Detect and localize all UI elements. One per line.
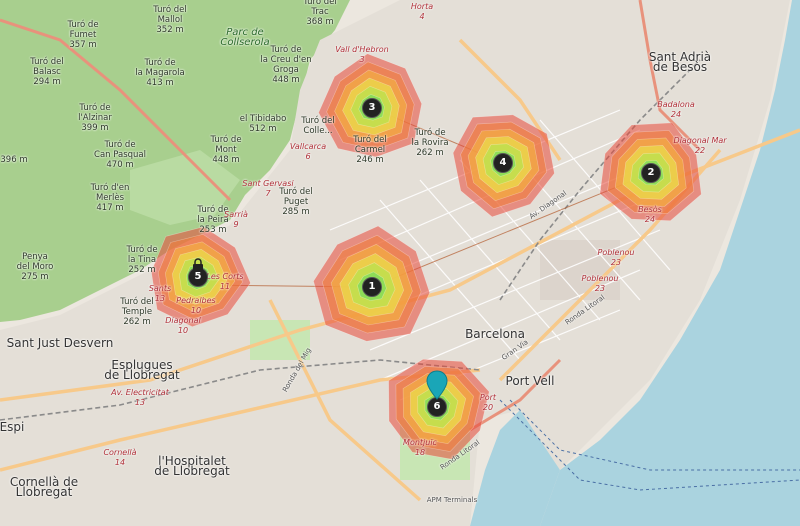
cluster-marker-4[interactable]: 4 bbox=[493, 153, 513, 173]
district-label: Cornellà 14 bbox=[103, 448, 137, 467]
place-label: Sant Adrià de Besòs bbox=[648, 50, 712, 74]
peak-label: 396 m bbox=[0, 155, 28, 165]
district-label: Diagonal 10 bbox=[165, 316, 201, 335]
place-label: Port Vell bbox=[505, 374, 555, 388]
location-pin-icon[interactable] bbox=[426, 370, 448, 400]
peak-label: Turó de l'Alzinar 399 m bbox=[78, 103, 112, 133]
place-label: Cornellà de Llobregat bbox=[9, 475, 79, 499]
peak-label: Turó de Fumet 357 m bbox=[67, 20, 99, 50]
district-label: Port 20 bbox=[479, 393, 497, 412]
peak-label: Turó del Colle... bbox=[301, 116, 335, 136]
district-label: Les Corts 11 bbox=[206, 272, 244, 291]
cluster-marker-1[interactable]: 1 bbox=[362, 277, 382, 297]
district-label: Horta 4 bbox=[410, 2, 434, 21]
peak-label: Turó de la Magarola 413 m bbox=[135, 58, 185, 88]
peak-label: Turó de Mont 448 m bbox=[210, 135, 242, 165]
place-label: l'Hospitalet de Llobregat bbox=[154, 454, 230, 478]
district-label: Sarrià 9 bbox=[224, 210, 248, 229]
place-label: Sant Just Desvern bbox=[6, 336, 114, 350]
district-label: Pedralbes 10 bbox=[176, 296, 216, 315]
place-label: Esplugues de Llobregat bbox=[104, 358, 180, 382]
peak-label: el Tibidabo 512 m bbox=[239, 114, 287, 134]
cluster-marker-2[interactable]: 2 bbox=[641, 163, 661, 183]
lock-icon bbox=[193, 258, 203, 271]
district-label: Vall d'Hebron 3 bbox=[335, 45, 389, 64]
district-label: Badalona 24 bbox=[657, 100, 695, 119]
district-label: Av. Electricitat 13 bbox=[111, 388, 169, 407]
peak-label: Turó del Mallol 352 m bbox=[153, 5, 187, 35]
district-label: Montjuïc 18 bbox=[403, 438, 437, 457]
peak-label: Turó de la Rovira 262 m bbox=[411, 128, 449, 158]
cluster-marker-6[interactable]: 6 bbox=[427, 397, 447, 417]
peak-label: Turó de la Creu d'en Groga 448 m bbox=[260, 45, 312, 85]
district-label: Sants 13 bbox=[148, 284, 172, 303]
district-label: Diagonal Mar 22 bbox=[673, 136, 727, 155]
district-label: Besòs 24 bbox=[638, 205, 662, 224]
peak-label: Turó del Balasc 294 m bbox=[30, 57, 64, 87]
peak-label: Turó d'en Merlès 417 m bbox=[90, 183, 130, 213]
district-label: Poblenou 23 bbox=[581, 274, 619, 293]
district-label: Poblenou 23 bbox=[597, 248, 635, 267]
peak-label: Turó del Trac 368 m bbox=[303, 0, 337, 27]
district-label: Vallcarca 6 bbox=[289, 142, 327, 161]
map-canvas[interactable]: Barcelona Sant Just Desvern Esplugues de… bbox=[0, 0, 800, 526]
terminal-label: APM Terminals bbox=[426, 496, 478, 504]
peak-label: Turó del Carmel 246 m bbox=[353, 135, 387, 165]
district-label: Sant Gervasi 7 bbox=[242, 179, 294, 198]
place-label: Barcelona bbox=[465, 327, 525, 341]
peak-label: Turó de la Tina 252 m bbox=[126, 245, 158, 275]
peak-label: Turó de Can Pasqual 470 m bbox=[94, 140, 146, 170]
cluster-marker-3[interactable]: 3 bbox=[362, 98, 382, 118]
peak-label: Penya del Moro 275 m bbox=[16, 252, 54, 282]
place-label: Espi bbox=[0, 420, 25, 434]
